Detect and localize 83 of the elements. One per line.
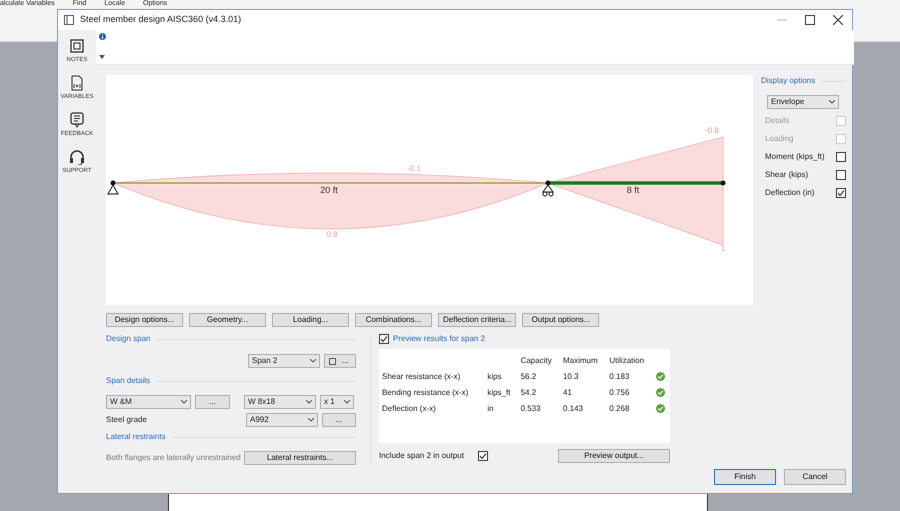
chevron-icon (829, 100, 835, 104)
dialog-button[interactable]: Loading... (272, 313, 349, 327)
chevron-icon (344, 400, 350, 404)
dialog-button[interactable]: ... (324, 354, 356, 368)
option-label: Shear (kips) (765, 169, 808, 181)
dropdown[interactable]: x 1 (320, 395, 354, 409)
option-label: Details (765, 115, 790, 127)
table-cell-text: 0.183 (608, 371, 630, 383)
deflection-value: 1 (720, 244, 726, 253)
column-header: Capacity (520, 355, 553, 367)
table-cell-text: 41 (562, 387, 573, 399)
dropdown[interactable]: Envelope (767, 95, 839, 109)
dropdown[interactable]: W 8x18 (244, 395, 316, 409)
window-icon (64, 15, 74, 25)
checkbox[interactable] (478, 451, 488, 461)
minimize-icon (777, 19, 787, 21)
table-cell-text: 0.756 (608, 387, 630, 399)
dialog-button[interactable]: Deflection criteria... (438, 313, 516, 327)
table-cell-text: 10.3 (562, 371, 580, 383)
table-cell-text: 0.268 (608, 403, 630, 415)
table-cell-text: kips (486, 371, 503, 383)
checkbox[interactable] (379, 334, 389, 344)
beam-node (720, 180, 726, 186)
dialog-button[interactable]: Output options... (522, 313, 600, 327)
table-cell-text: in (486, 403, 495, 415)
span-length-label: 20 ft (320, 185, 338, 195)
note-icon (68, 38, 85, 54)
caret-icon[interactable] (99, 55, 105, 59)
close-icon (833, 15, 843, 25)
deflection-value: -0.1 (407, 164, 421, 173)
finish-button[interactable]: Finish (714, 469, 776, 485)
table-cell-text: kips_ft (486, 387, 512, 399)
chevron-icon (181, 400, 187, 404)
info-icon[interactable] (99, 33, 106, 40)
dialog-button[interactable]: Combinations... (355, 313, 432, 327)
span-length-label: 8 ft (626, 185, 640, 195)
chevron-icon (310, 359, 316, 363)
dropdown[interactable]: W &M (106, 395, 191, 409)
chevron-icon (306, 400, 312, 404)
dialog-button[interactable]: Geometry... (189, 313, 266, 327)
roller-support-icon (542, 184, 554, 196)
checkbox[interactable] (836, 152, 846, 162)
speech-bubble-icon (69, 112, 85, 128)
document-icon (69, 75, 85, 91)
dialog-button[interactable]: ... (195, 395, 230, 409)
headset-icon (69, 149, 85, 165)
table-cell-text: 0.533 (520, 403, 542, 415)
dialog-button[interactable]: ... (322, 413, 356, 427)
chevron-icon (308, 418, 314, 422)
table-cell-text: 56.2 (520, 371, 538, 383)
dropdown[interactable]: A992 (246, 413, 318, 427)
checkbox[interactable] (836, 170, 846, 180)
cancel-button[interactable]: Cancel (784, 469, 846, 485)
column-header: Utilization (608, 355, 646, 367)
section-heading: Display options (761, 75, 846, 87)
table-cell-text: Bending resistance (x-x) (381, 387, 470, 399)
section-heading: Span details (106, 375, 356, 387)
checkbox[interactable] (836, 188, 846, 198)
section-heading: Lateral restraints (106, 431, 356, 443)
field-label: Steel grade (106, 414, 147, 426)
field-label: Include span 2 in output (379, 450, 464, 462)
section-heading: Design span (106, 333, 356, 345)
table-cell-text: 54.2 (520, 387, 538, 399)
option-label: Deflection (in) (765, 187, 814, 199)
table-cell-text: Shear resistance (x-x) (381, 371, 462, 383)
option-label: Loading (765, 133, 794, 145)
dialog-button[interactable]: Preview output... (558, 449, 670, 463)
status-text: Both flanges are laterally unrestrained (106, 452, 241, 464)
section-heading: Preview results for span 2 (393, 333, 486, 345)
dropdown[interactable]: Span 2 (248, 354, 320, 368)
beam-node (546, 180, 550, 186)
table-cell-text: Deflection (x-x) (381, 403, 437, 415)
column-header: Maximum (562, 355, 599, 367)
deflection-value: 0.8 (326, 230, 338, 239)
option-label: Moment (kips_ft) (765, 151, 825, 163)
dialog-button[interactable]: Design options... (106, 313, 183, 327)
window-title: Steel member design AISC360 (v4.3.01) (80, 13, 242, 26)
beam-node (110, 180, 116, 186)
note-icon (329, 358, 336, 364)
dialog-button[interactable]: Lateral restraints... (244, 451, 356, 465)
deflection-value: -0.8 (705, 126, 719, 135)
table-cell-text: 0.143 (562, 403, 584, 415)
maximize-icon (805, 15, 815, 25)
